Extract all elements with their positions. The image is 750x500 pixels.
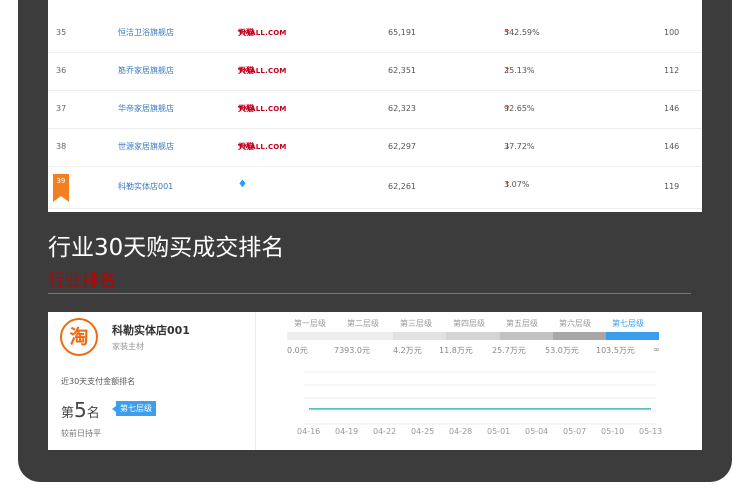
rank-trend-chart: 04-16 04-19 04-22 04-25 04-28 05-01 05-04 05-07… <box>284 364 666 440</box>
x-tick-label: 05-04 <box>525 427 549 436</box>
table-row[interactable]: 37 华帝家居旗舰店 天猫 TMALL.COM 62,323 ↑ 92.65% 14… <box>48 90 702 129</box>
tier-label[interactable]: 第一层级 <box>294 318 326 329</box>
x-tick-label: 04-16 <box>297 427 321 436</box>
tier-label[interactable]: 第二层级 <box>347 318 379 329</box>
threshold-value: ∞ <box>653 345 660 354</box>
section-title: 行业30天购买成交排名 <box>48 235 285 261</box>
x-tick-label: 05-07 <box>563 427 587 436</box>
count-value: 146 <box>664 104 680 113</box>
rank-badge: 39 <box>53 174 69 202</box>
count-value: 112 <box>664 66 680 75</box>
taobao-logo-icon: 淘 <box>60 318 98 356</box>
count-value: 100 <box>664 28 680 37</box>
threshold-value: 53.0万元 <box>545 346 579 355</box>
ranking-table: 35 恒洁卫浴旗舰店 天猫 TMALL.COM 65,191 ↑ 542.59% 1… <box>48 0 702 212</box>
table-row[interactable]: 35 恒洁卫浴旗舰店 天猫 TMALL.COM 65,191 ↑ 542.59% 1… <box>48 14 702 53</box>
tier-label-active[interactable]: 第七层级 <box>612 318 644 329</box>
store-link[interactable]: 华帝家居旗舰店 <box>118 90 174 128</box>
x-tick-label: 04-25 <box>411 427 435 436</box>
divider <box>48 293 691 294</box>
x-tick-label: 04-19 <box>335 427 359 436</box>
store-link[interactable]: 筋乔家居旗舰店 <box>118 52 174 90</box>
sales-value: 62,261 <box>388 182 416 191</box>
tier-segment <box>287 332 341 340</box>
table-row-highlighted[interactable]: 39 科勒实体店001 ♦ ♦ ♦ ♦ ♦ 62,261 ↑ 3.07% 119 <box>48 166 702 209</box>
sales-value: 65,191 <box>388 28 416 37</box>
diamond-icon: ♦ <box>238 179 247 190</box>
section-subtitle: 行业排名 <box>48 271 116 291</box>
store-name[interactable]: 科勒实体店001 <box>112 322 190 338</box>
sales-value: 62,323 <box>388 104 416 113</box>
tier-label[interactable]: 第三层级 <box>400 318 432 329</box>
rank-change: 较前日持平 <box>61 429 101 438</box>
count-value: 146 <box>664 142 680 151</box>
store-rank-card: 淘 科勒实体店001 家装主材 近30天支付金额排名 第5名 第七层级 较前日持… <box>48 312 702 450</box>
rank-number: 38 <box>56 142 67 151</box>
tier-segment <box>605 332 659 340</box>
threshold-value: 25.7万元 <box>492 346 526 355</box>
count-value: 119 <box>664 182 680 191</box>
tier-badge: 第七层级 <box>112 401 156 416</box>
tier-segment <box>340 332 394 340</box>
store-link[interactable]: 科勒实体店001 <box>118 166 173 208</box>
tier-thresholds: 0.0元 7393.0元 4.2万元 11.8万元 25.7万元 53.0万元 … <box>287 345 667 356</box>
tier-segment <box>446 332 500 340</box>
tier-labels: 第一层级 第二层级 第三层级 第四层级 第五层级 第六层级 第七层级 <box>290 318 662 329</box>
tier-label[interactable]: 第四层级 <box>453 318 485 329</box>
x-tick-label: 04-22 <box>373 427 397 436</box>
rank-number: 5 <box>74 398 87 422</box>
rank-number: 36 <box>56 66 67 75</box>
rank-number: 37 <box>56 104 67 113</box>
rank-label: 近30天支付金额排名 <box>61 377 136 386</box>
threshold-value: 11.8万元 <box>439 346 473 355</box>
rank-number: 35 <box>56 28 67 37</box>
rank-display: 第5名 <box>61 398 100 422</box>
x-tick-label: 04-28 <box>449 427 473 436</box>
table-row[interactable]: 36 筋乔家居旗舰店 天猫 TMALL.COM 62,351 ↑ 25.13% 11… <box>48 52 702 91</box>
threshold-value: 7393.0元 <box>334 346 370 355</box>
store-category: 家装主材 <box>112 342 144 351</box>
sales-value: 62,297 <box>388 142 416 151</box>
tier-segment <box>552 332 606 340</box>
sales-value: 62,351 <box>388 66 416 75</box>
threshold-value: 103.5万元 <box>596 346 635 355</box>
store-link[interactable]: 世源家居旗舰店 <box>118 128 174 166</box>
tier-segment <box>393 332 447 340</box>
threshold-value: 4.2万元 <box>393 346 422 355</box>
store-link[interactable]: 恒洁卫浴旗舰店 <box>118 14 174 52</box>
tier-label[interactable]: 第五层级 <box>506 318 538 329</box>
tier-progress-bar <box>287 332 659 340</box>
table-row[interactable]: 38 世源家居旗舰店 天猫 TMALL.COM 62,297 ↓ 37.72% 14… <box>48 128 702 167</box>
tier-label[interactable]: 第六层级 <box>559 318 591 329</box>
x-tick-label: 05-10 <box>601 427 625 436</box>
x-tick-label: 05-01 <box>487 427 511 436</box>
tier-segment <box>499 332 553 340</box>
store-summary: 淘 科勒实体店001 家装主材 近30天支付金额排名 第5名 第七层级 较前日持… <box>48 312 256 450</box>
x-tick-label: 05-13 <box>639 427 663 436</box>
threshold-value: 0.0元 <box>287 346 308 355</box>
